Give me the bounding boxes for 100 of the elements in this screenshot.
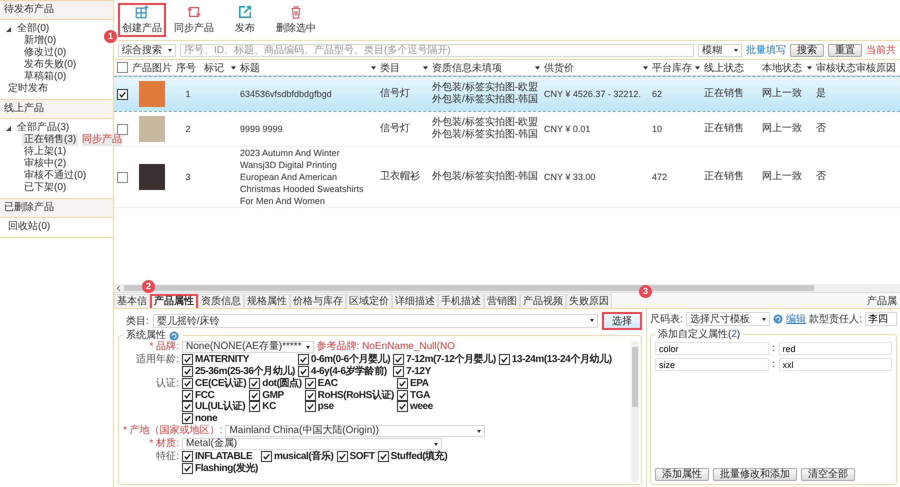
- checkbox[interactable]: [304, 401, 316, 412]
- checkbox[interactable]: [182, 354, 193, 366]
- attribute-value-field[interactable]: xxl: [778, 358, 892, 371]
- checkbox[interactable]: [182, 390, 193, 401]
- checkbox[interactable]: [182, 462, 193, 474]
- attribute-action-button[interactable]: 批量修改和添加: [713, 468, 797, 481]
- filter-caret-icon[interactable]: [643, 66, 648, 70]
- filter-caret-icon[interactable]: [231, 66, 236, 70]
- column-header[interactable]: 本地状态: [762, 60, 802, 74]
- filter-caret-icon[interactable]: [807, 66, 812, 70]
- attribute-value-field[interactable]: red: [778, 342, 892, 355]
- batch-fill-link[interactable]: 批量填写: [746, 43, 786, 57]
- attribute-dropdown[interactable]: Mainland China(中国大陆(Origin)): [225, 425, 486, 437]
- filter-caret-icon[interactable]: [695, 66, 700, 70]
- filter-caret-icon[interactable]: [371, 66, 376, 70]
- attribute-action-button[interactable]: 清空全部: [801, 468, 855, 481]
- attribute-name-field[interactable]: color: [655, 342, 768, 355]
- checkbox[interactable]: [304, 378, 316, 390]
- search-mode-dropdown[interactable]: 综合搜索: [118, 44, 176, 56]
- tree-item[interactable]: 全部(0): [15, 23, 52, 35]
- tab[interactable]: 手机描述: [438, 294, 484, 308]
- tree-item[interactable]: 审核不通过(0): [22, 170, 88, 182]
- checkbox[interactable]: [182, 412, 193, 424]
- checkbox[interactable]: [116, 124, 128, 134]
- toolbar-button[interactable]: 发布: [222, 3, 268, 37]
- tree-item[interactable]: 正在销售(3): [22, 134, 78, 146]
- tree-item[interactable]: 新增(0): [22, 35, 58, 47]
- edit-link[interactable]: 编辑: [786, 312, 806, 326]
- filter-caret-icon[interactable]: [535, 66, 540, 70]
- checkbox[interactable]: [182, 378, 193, 390]
- column-header[interactable]: 平台库存: [652, 60, 692, 74]
- column-header[interactable]: 标记: [204, 60, 224, 74]
- tab[interactable]: 产品属性: [150, 294, 198, 308]
- checkbox[interactable]: [116, 88, 128, 100]
- checkbox[interactable]: [249, 378, 260, 390]
- column-header[interactable]: 供货价: [544, 60, 574, 74]
- tree-item[interactable]: 定时发布: [6, 83, 50, 95]
- checkbox[interactable]: [260, 451, 272, 462]
- attribute-dropdown[interactable]: None(NONE(AE存量)*****: [182, 341, 314, 353]
- refresh-icon[interactable]: [773, 314, 784, 324]
- toolbar-button[interactable]: 删除选中: [272, 3, 320, 37]
- tab[interactable]: 营销图: [484, 294, 520, 308]
- tab[interactable]: 详细描述: [392, 294, 438, 308]
- tab[interactable]: 区域定价: [346, 294, 392, 308]
- attribute-name-field[interactable]: size: [655, 358, 768, 371]
- tree-item[interactable]: 草稿箱(0): [22, 71, 68, 83]
- choose-button[interactable]: 选择: [602, 312, 642, 330]
- expand-arrow-icon[interactable]: [6, 26, 11, 32]
- column-header[interactable]: 线上状态: [704, 60, 744, 74]
- tree-item[interactable]: 全部产品(3): [15, 122, 72, 134]
- size-chart-dropdown[interactable]: 选择尺寸模板: [686, 312, 770, 326]
- checkbox[interactable]: [396, 378, 408, 390]
- tree-item[interactable]: 已下架(0): [22, 182, 68, 194]
- tree-item[interactable]: 发布失败(0): [22, 59, 78, 71]
- checkbox[interactable]: [249, 390, 260, 401]
- vertical-scrollbar[interactable]: [631, 341, 639, 482]
- checkbox[interactable]: [336, 451, 348, 462]
- tree-item[interactable]: 回收站(0): [6, 221, 52, 233]
- checkbox[interactable]: [298, 366, 309, 377]
- column-header[interactable]: 标题: [240, 60, 260, 74]
- owner-field[interactable]: 李四: [865, 312, 897, 326]
- search-bar-button[interactable]: 搜索: [790, 44, 824, 56]
- tab[interactable]: 失败原因: [566, 294, 612, 308]
- checkbox[interactable]: [116, 172, 128, 182]
- tab[interactable]: 资质信息: [198, 294, 244, 308]
- checkbox[interactable]: [396, 390, 408, 401]
- attribute-action-button[interactable]: 添加属性: [655, 468, 709, 481]
- table-row[interactable]: 3 2023 Autumn And Winter Wansj3D Digital Printing European And American Christmas Hooded Sweatshirts For Men And Women 卫衣帽衫 外包装/标签实拍图-韩国 CNY ¥ 33.00 472 正在销售 网上一致 否: [114, 147, 900, 208]
- checkbox[interactable]: [393, 366, 404, 377]
- filter-caret-icon[interactable]: [423, 66, 428, 70]
- attribute-dropdown[interactable]: Metal(金属): [182, 438, 442, 450]
- checkbox[interactable]: [116, 62, 128, 73]
- column-header[interactable]: 序号: [176, 60, 196, 74]
- checkbox[interactable]: [182, 401, 193, 412]
- tab[interactable]: 规格属性: [244, 294, 290, 308]
- checkbox[interactable]: [396, 401, 408, 412]
- column-header[interactable]: 审核原因: [856, 60, 896, 74]
- category-dropdown[interactable]: 婴儿摇铃/床铃: [152, 314, 598, 328]
- column-header[interactable]: 类目: [380, 60, 400, 74]
- expand-arrow-icon[interactable]: [6, 126, 11, 130]
- toolbar-button[interactable]: 同步产品: [170, 3, 218, 37]
- toolbar-button[interactable]: 创建产品: [118, 3, 166, 37]
- chevron-left-icon[interactable]: [116, 284, 121, 292]
- tab[interactable]: 产品视频: [520, 294, 566, 308]
- checkbox[interactable]: [304, 390, 316, 401]
- tree-item[interactable]: 审核中(2): [22, 158, 68, 170]
- refresh-icon[interactable]: [169, 330, 179, 340]
- checkbox[interactable]: [298, 354, 309, 366]
- tree-item[interactable]: 修改过(0): [22, 47, 68, 59]
- checkbox[interactable]: [498, 354, 510, 366]
- tab[interactable]: 价格与库存: [290, 294, 346, 308]
- checkbox[interactable]: [378, 451, 389, 462]
- search-bar-button[interactable]: 重置: [828, 44, 862, 56]
- column-header[interactable]: 审核状态: [816, 60, 856, 74]
- checkbox[interactable]: [249, 401, 260, 412]
- tree-item[interactable]: 待上架(1): [22, 146, 68, 158]
- column-header[interactable]: 产品图片: [132, 60, 172, 74]
- match-dropdown[interactable]: 模糊: [698, 44, 742, 56]
- checkbox[interactable]: [393, 354, 404, 366]
- checkbox[interactable]: [182, 451, 193, 462]
